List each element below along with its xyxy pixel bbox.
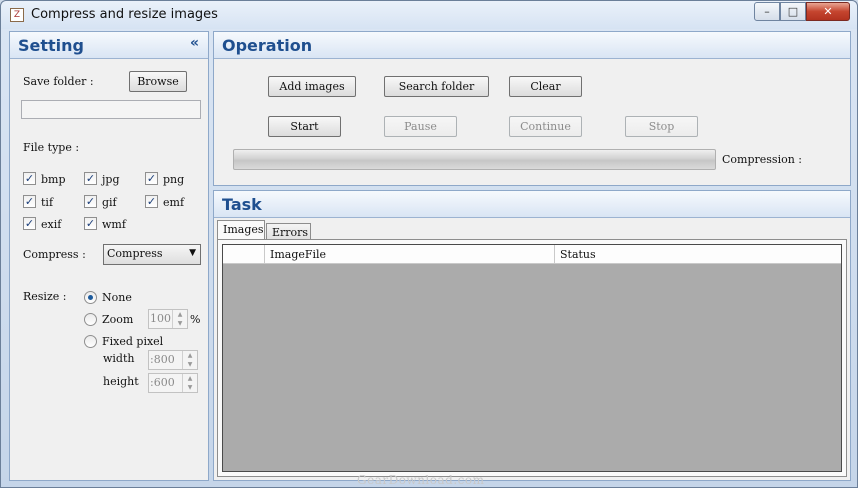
checkbox-png-label: png — [163, 173, 185, 186]
checkbox-bmp[interactable]: ✓ — [23, 172, 36, 185]
compress-dropdown[interactable]: Compress ▼ — [103, 244, 201, 265]
radio-none-label: None — [102, 291, 132, 304]
operation-panel: Operation Add images Search folder Clear… — [213, 31, 851, 186]
checkbox-emf[interactable]: ✓ — [145, 195, 158, 208]
minimize-icon[interactable]: – — [754, 2, 780, 21]
tab-errors[interactable]: Errors — [266, 223, 311, 240]
radio-zoom-label: Zoom — [102, 313, 134, 326]
width-label: width — [103, 352, 135, 365]
width-stepper[interactable]: :800 ▲ ▼ — [148, 350, 198, 370]
height-stepper[interactable]: :600 ▲ ▼ — [148, 373, 198, 393]
title-bar[interactable]: Z Compress and resize images – □ ✕ — [1, 1, 857, 29]
checkbox-emf-label: emf — [163, 196, 185, 209]
height-value: :600 — [150, 376, 175, 389]
zoom-stepper[interactable]: 100 ▲ ▼ — [148, 309, 188, 329]
radio-fixed-pixel[interactable] — [84, 335, 97, 348]
pause-button[interactable]: Pause — [384, 116, 457, 137]
setting-header: Setting « — [10, 32, 208, 59]
images-table[interactable]: ImageFile Status — [222, 244, 842, 472]
checkbox-tif[interactable]: ✓ — [23, 195, 36, 208]
height-label: height — [103, 375, 139, 388]
watermark: GearDownload.com — [357, 473, 485, 487]
table-header: ImageFile Status — [223, 245, 841, 264]
checkbox-jpg[interactable]: ✓ — [84, 172, 97, 185]
radio-zoom[interactable] — [84, 313, 97, 326]
checkbox-wmf[interactable]: ✓ — [84, 217, 97, 230]
setting-panel: Setting « Save folder : Browse File type… — [9, 31, 209, 481]
maximize-icon[interactable]: □ — [780, 2, 806, 21]
checkbox-gif-label: gif — [102, 196, 117, 209]
save-folder-label: Save folder : — [23, 75, 94, 88]
compress-label: Compress : — [23, 248, 86, 261]
chevron-down-icon: ▼ — [189, 248, 196, 258]
column-imagefile[interactable]: ImageFile — [265, 245, 555, 264]
stepper-arrows-icon[interactable]: ▲ ▼ — [182, 351, 197, 369]
window-controls: – □ ✕ — [754, 2, 850, 21]
task-panel: Task Images Errors ImageFile Status — [213, 190, 851, 481]
checkbox-wmf-label: wmf — [102, 218, 126, 231]
progress-bar — [233, 149, 716, 170]
close-icon[interactable]: ✕ — [806, 2, 850, 21]
checkbox-gif[interactable]: ✓ — [84, 195, 97, 208]
operation-title: Operation — [222, 36, 313, 55]
app-window: Z Compress and resize images – □ ✕ Setti… — [0, 0, 858, 488]
setting-title: Setting — [18, 36, 84, 55]
task-header: Task — [214, 191, 850, 218]
operation-header: Operation — [214, 32, 850, 59]
checkbox-png[interactable]: ✓ — [145, 172, 158, 185]
add-images-button[interactable]: Add images — [268, 76, 356, 97]
continue-button[interactable]: Continue — [509, 116, 582, 137]
width-value: :800 — [150, 353, 175, 366]
zoom-value: 100 — [150, 312, 171, 325]
row-header-column — [223, 245, 265, 264]
search-folder-button[interactable]: Search folder — [384, 76, 489, 97]
tab-content: ImageFile Status — [217, 239, 847, 477]
checkbox-exif-label: exif — [41, 218, 62, 231]
checkbox-tif-label: tif — [41, 196, 54, 209]
radio-none[interactable] — [84, 291, 97, 304]
zoom-unit: % — [190, 313, 201, 326]
window-title: Compress and resize images — [31, 7, 218, 22]
collapse-icon[interactable]: « — [190, 35, 199, 51]
stop-button[interactable]: Stop — [625, 116, 698, 137]
stepper-arrows-icon[interactable]: ▲ ▼ — [172, 310, 187, 328]
task-title: Task — [222, 195, 262, 214]
file-type-label: File type : — [23, 141, 80, 154]
radio-fixed-pixel-label: Fixed pixel — [102, 335, 164, 348]
checkbox-jpg-label: jpg — [102, 173, 120, 186]
save-folder-field[interactable] — [21, 100, 201, 119]
browse-button[interactable]: Browse — [129, 71, 187, 92]
image-icon: Z — [10, 8, 24, 22]
tab-images[interactable]: Images — [217, 220, 265, 239]
compression-label: Compression : — [722, 153, 802, 166]
column-status[interactable]: Status — [555, 245, 842, 264]
compress-value: Compress — [107, 247, 163, 260]
checkbox-bmp-label: bmp — [41, 173, 66, 186]
checkbox-exif[interactable]: ✓ — [23, 217, 36, 230]
stepper-arrows-icon[interactable]: ▲ ▼ — [182, 374, 197, 392]
clear-button[interactable]: Clear — [509, 76, 582, 97]
start-button[interactable]: Start — [268, 116, 341, 137]
resize-label: Resize : — [23, 290, 67, 303]
